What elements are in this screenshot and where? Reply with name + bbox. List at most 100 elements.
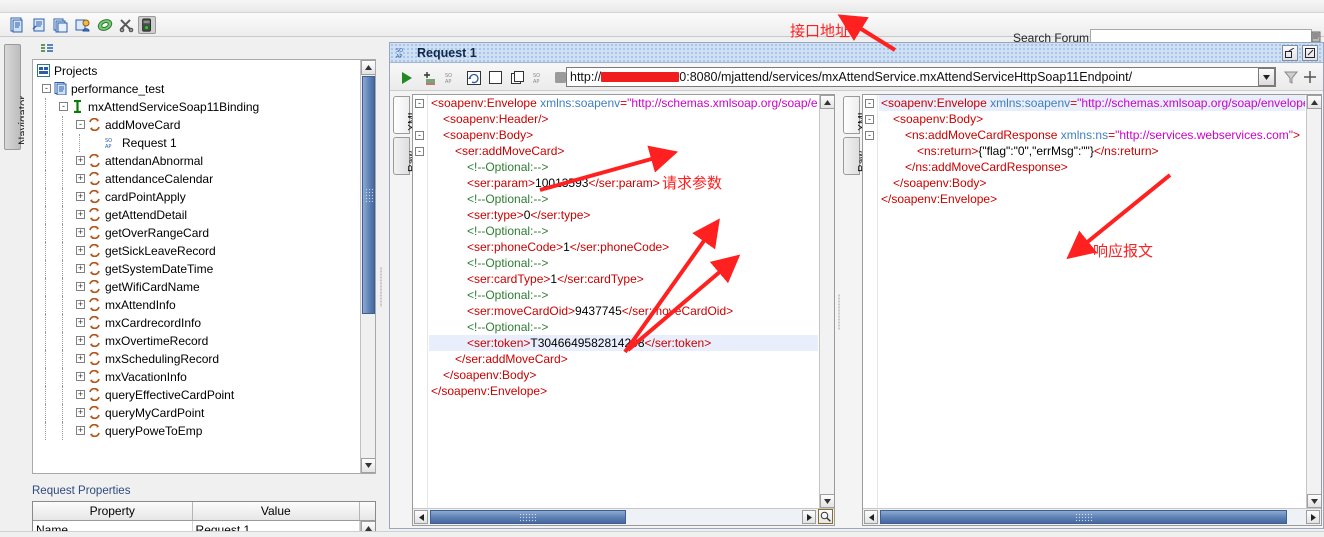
tree-expander[interactable]: +	[76, 354, 85, 363]
tree-item-addmovecard[interactable]: - addMoveCard	[33, 116, 361, 134]
request-inspector-button[interactable]	[818, 509, 833, 524]
tree-item-getwificardname[interactable]: + getWifiCardName	[33, 278, 361, 296]
fold-toggle[interactable]: -	[415, 99, 424, 108]
add-assertion-button[interactable]	[421, 69, 438, 86]
request-hscroll-thumb[interactable]	[430, 510, 626, 524]
new-project-icon[interactable]	[8, 16, 26, 34]
fold-toggle[interactable]: -	[865, 99, 874, 108]
request-horizontal-scrollbar[interactable]	[413, 508, 834, 525]
response-hscroll-thumb[interactable]	[880, 510, 1287, 524]
response-scroll-up-button[interactable]	[1307, 95, 1321, 109]
tree-item-mxattendinfo[interactable]: + mxAttendInfo	[33, 296, 361, 314]
request-scroll-left-button[interactable]	[414, 510, 428, 524]
tree-item-getsystemdatetime[interactable]: + getSystemDateTime	[33, 260, 361, 278]
request-scroll-down-button[interactable]	[820, 494, 834, 508]
fold-toggle[interactable]: -	[415, 131, 424, 140]
response-scroll-right-button[interactable]	[1306, 510, 1320, 524]
response-scroll-down-button[interactable]	[1307, 494, 1321, 508]
tree-expander[interactable]: +	[76, 264, 85, 273]
tree-expander[interactable]: +	[76, 156, 85, 165]
tree-expander[interactable]: +	[76, 210, 85, 219]
save-all-projects-icon[interactable]	[52, 16, 70, 34]
empty-project-icon[interactable]	[96, 16, 114, 34]
tree-expander[interactable]: +	[76, 318, 85, 327]
request-xml-content[interactable]: <soapenv:Envelope xmlns:soapenv="http://…	[429, 95, 818, 508]
editor-splitter[interactable]	[836, 94, 843, 526]
fold-toggle[interactable]: -	[415, 147, 424, 156]
response-vertical-scrollbar[interactable]	[1306, 95, 1321, 508]
endpoint-dropdown-button[interactable]	[1258, 68, 1275, 86]
fold-toggle[interactable]: -	[865, 131, 874, 140]
collapse-all-icon[interactable]	[40, 43, 54, 58]
tree-expander[interactable]: +	[76, 174, 85, 183]
tree-item-attendancecalendar[interactable]: + attendanceCalendar	[33, 170, 361, 188]
clone-request-button[interactable]	[509, 69, 526, 86]
tree-item-getoverrangecard[interactable]: + getOverRangeCard	[33, 224, 361, 242]
scroll-down-button[interactable]	[361, 458, 375, 473]
tree-expander[interactable]: -	[59, 102, 68, 111]
tree-item-mxvacationinfo[interactable]: + mxVacationInfo	[33, 368, 361, 386]
maximize-window-button[interactable]	[1302, 45, 1318, 61]
request-vertical-scrollbar[interactable]	[819, 95, 834, 508]
new-test-icon[interactable]	[74, 16, 92, 34]
tools-icon[interactable]	[118, 16, 136, 34]
tree-vertical-scrollbar[interactable]	[360, 60, 375, 473]
tree-item-request-1[interactable]: SO AP Request 1	[33, 134, 361, 152]
format-xml-button[interactable]	[465, 69, 482, 86]
add-endpoint-icon[interactable]	[1302, 69, 1318, 85]
endpoint-url-field[interactable]: http:// 0:8080/mjattend/services/mxAttend…	[566, 67, 1276, 87]
response-fold-gutter[interactable]: - - -	[863, 95, 878, 525]
tree-item-projects[interactable]: Projects	[33, 62, 361, 80]
tree-item-mxattendservicesoap11binding[interactable]: - mxAttendServiceSoap11Binding	[33, 98, 361, 116]
tree-expander[interactable]: +	[76, 192, 85, 201]
request-fold-gutter[interactable]: - - -	[413, 95, 428, 525]
tree-expander[interactable]: +	[76, 282, 85, 291]
fold-toggle[interactable]: -	[865, 115, 874, 124]
tree-item-mxcardrecordinfo[interactable]: + mxCardrecordInfo	[33, 314, 361, 332]
tree-item-getattenddetail[interactable]: + getAttendDetail	[33, 206, 361, 224]
tab-xml-request[interactable]: XML	[393, 96, 418, 134]
response-horizontal-scrollbar[interactable]	[863, 508, 1321, 525]
mock-service-icon[interactable]	[138, 16, 156, 34]
wsdl-soap-button[interactable]: SO AP	[531, 69, 548, 86]
tree-item-performance-test[interactable]: - performance_test	[33, 80, 361, 98]
request-xml-editor[interactable]: - - - <soapenv:Envelope xmlns:soapenv="htt…	[412, 94, 835, 526]
tab-raw-request[interactable]: Raw	[393, 137, 418, 175]
tree-item-cardpointapply[interactable]: + cardPointApply	[33, 188, 361, 206]
tree-expander[interactable]: +	[76, 390, 85, 399]
response-xml-content[interactable]: <soapenv:Envelope xmlns:soapenv="http://…	[879, 95, 1305, 508]
tree-item-attendanabnormal[interactable]: + attendanAbnormal	[33, 152, 361, 170]
tab-raw-response[interactable]: Raw	[843, 137, 868, 175]
tree-scroll-thumb[interactable]	[362, 76, 375, 314]
request-view-tabs[interactable]: XML Raw	[393, 96, 418, 176]
tree-expander[interactable]: -	[42, 84, 51, 93]
tree-expander[interactable]: +	[76, 372, 85, 381]
edit-endpoint-icon[interactable]	[1283, 69, 1299, 85]
scroll-up-button[interactable]	[361, 60, 375, 75]
main-splitter[interactable]	[378, 37, 384, 537]
tree-expander[interactable]: -	[76, 120, 85, 129]
create-empty-request-button[interactable]	[487, 69, 504, 86]
tree-expander[interactable]: +	[76, 246, 85, 255]
response-scroll-left-button[interactable]	[864, 510, 878, 524]
import-project-icon[interactable]	[30, 16, 48, 34]
tree-expander[interactable]: +	[76, 300, 85, 309]
tree-expander[interactable]: +	[76, 426, 85, 435]
tree-item-querymycardpoint[interactable]: + queryMyCardPoint	[33, 404, 361, 422]
tree-item-getsickleaverecord[interactable]: + getSickLeaveRecord	[33, 242, 361, 260]
response-xml-editor[interactable]: - - - <soapenv:Envelope xmlns:soapenv="htt…	[862, 94, 1322, 526]
tree-expander[interactable]: +	[76, 336, 85, 345]
tree-item-mxovertimerecord[interactable]: + mxOvertimeRecord	[33, 332, 361, 350]
request-scroll-up-button[interactable]	[820, 95, 834, 109]
restore-window-button[interactable]	[1282, 45, 1298, 61]
tree-expander[interactable]: +	[76, 408, 85, 417]
tree-item-queryeffectivecardpoint[interactable]: + queryEffectiveCardPoint	[33, 386, 361, 404]
tree-expander[interactable]: +	[76, 228, 85, 237]
tab-xml-response[interactable]: XML	[843, 96, 868, 134]
project-tree[interactable]: Projects - performance_test - mxAttendServic…	[32, 59, 376, 474]
tree-item-mxschedulingrecord[interactable]: + mxSchedulingRecord	[33, 350, 361, 368]
tree-item-querypowetoemp[interactable]: + queryPoweToEmp	[33, 422, 361, 440]
response-view-tabs[interactable]: XML Raw	[843, 96, 868, 176]
navigator-tab[interactable]: Navigator	[4, 44, 30, 150]
request-scroll-right-button[interactable]	[802, 510, 816, 524]
